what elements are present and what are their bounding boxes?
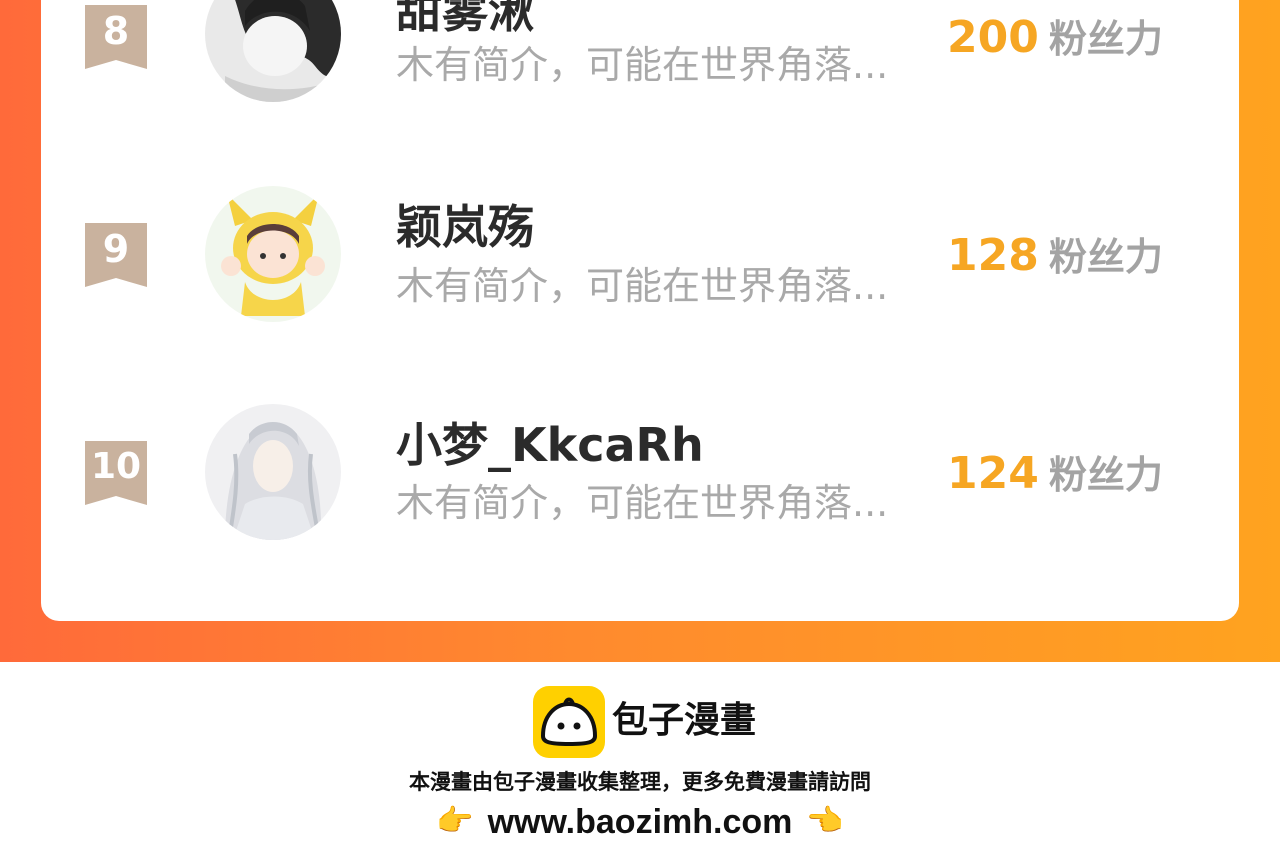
rank-number: 8 <box>102 9 130 53</box>
rank-badge: 8 <box>85 5 147 69</box>
avatar[interactable] <box>205 186 341 322</box>
leaderboard-row[interactable]: 8 甜雾湫 木有简介，可能在世界角落... 200 粉丝力 <box>41 0 1239 115</box>
rank-number: 10 <box>90 446 142 487</box>
fans-count: 200 <box>947 12 1039 63</box>
fans-score: 124 粉丝力 <box>947 448 1163 509</box>
fans-count: 124 <box>947 448 1039 499</box>
fans-label: 粉丝力 <box>1048 17 1163 61</box>
rank-number: 9 <box>102 227 130 271</box>
fans-label: 粉丝力 <box>1048 453 1163 497</box>
user-name[interactable]: 甜雾湫 <box>396 0 534 39</box>
user-bio: 木有简介，可能在世界角落... <box>396 264 889 308</box>
pointing-right-hand-icon: 👉 <box>436 803 474 839</box>
fans-score: 128 粉丝力 <box>947 230 1163 291</box>
user-bio: 木有简介，可能在世界角落... <box>396 481 889 525</box>
user-bio: 木有简介，可能在世界角落... <box>396 43 889 87</box>
brand-name: 包子漫畫 <box>612 700 757 741</box>
leaderboard-row[interactable]: 10 小梦_KkcaRh 木有简介，可能在世界角落... 124 粉丝力 <box>41 400 1239 540</box>
footer: 包子漫畫 本漫畫由包子漫畫收集整理，更多免費漫畫請訪問 👉 www.baozimh… <box>0 662 1280 863</box>
avatar[interactable] <box>205 404 341 540</box>
brand-logo[interactable] <box>533 686 605 758</box>
fans-label: 粉丝力 <box>1048 235 1163 279</box>
bun-icon <box>540 697 598 747</box>
fans-score: 200 粉丝力 <box>947 12 1163 73</box>
user-name[interactable]: 颖岚殇 <box>396 199 534 255</box>
leaderboard-card: 8 甜雾湫 木有简介，可能在世界角落... 200 粉丝力 9 颖岚殇 木有简介… <box>41 0 1239 621</box>
rank-badge: 9 <box>85 223 147 287</box>
site-link-line: 👉 www.baozimh.com 👈 <box>0 799 1280 844</box>
leaderboard-row[interactable]: 9 颖岚殇 木有简介，可能在世界角落... 128 粉丝力 <box>41 183 1239 323</box>
site-url-link[interactable]: www.baozimh.com <box>488 803 793 841</box>
pointing-left-hand-icon: 👈 <box>806 803 844 839</box>
rank-badge: 10 <box>85 441 147 505</box>
site-notice: 本漫畫由包子漫畫收集整理，更多免費漫畫請訪問 <box>409 770 871 794</box>
user-name[interactable]: 小梦_KkcaRh <box>396 417 704 473</box>
avatar[interactable] <box>205 0 341 102</box>
fans-count: 128 <box>947 230 1039 281</box>
